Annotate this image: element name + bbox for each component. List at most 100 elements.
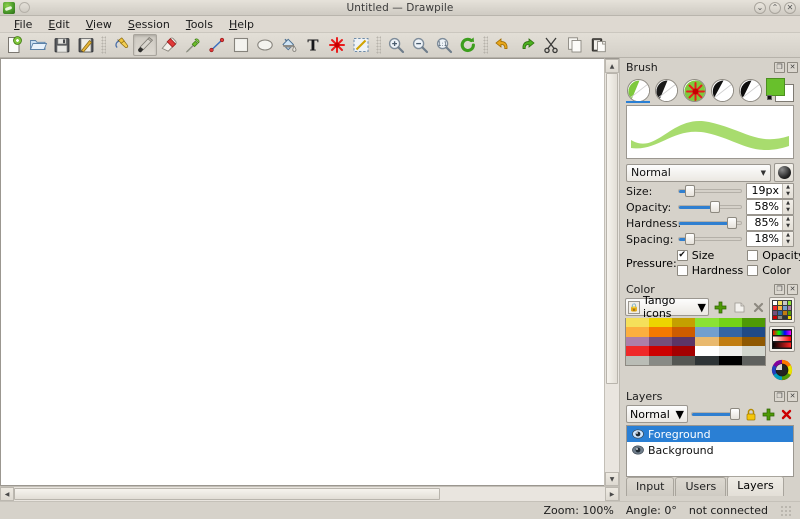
menu-edit[interactable]: Edit: [40, 17, 77, 32]
pressure-color[interactable]: Color: [747, 264, 800, 277]
palette-color-cell[interactable]: [649, 327, 672, 336]
brush-opacity-spinbox[interactable]: 58%▲▼: [746, 199, 794, 215]
layer-visibility-icon[interactable]: [631, 445, 644, 456]
eraser-tool[interactable]: [157, 34, 181, 56]
spin-arrows[interactable]: ▲▼: [782, 200, 793, 214]
tab-layers[interactable]: Layers: [727, 476, 783, 496]
spin-up-icon[interactable]: ▲: [783, 232, 793, 239]
palette-select[interactable]: 🔒 Tango icons ▼: [625, 298, 709, 316]
palette-color-cell[interactable]: [719, 337, 742, 346]
brush-hardness-spinbox[interactable]: 85%▲▼: [746, 215, 794, 231]
sliders-mode-button[interactable]: [769, 326, 795, 352]
reset-colors-icon[interactable]: [767, 95, 772, 100]
open-button[interactable]: [26, 34, 50, 56]
maximize-icon[interactable]: ⌃: [769, 2, 781, 14]
reset-rotation-button[interactable]: [456, 34, 480, 56]
minimize-icon[interactable]: ⌄: [754, 2, 766, 14]
selection-tool[interactable]: [349, 34, 373, 56]
brush-spacing-spinbox[interactable]: 18%▲▼: [746, 231, 794, 247]
checkbox-box[interactable]: [747, 250, 758, 261]
palette-color-cell[interactable]: [626, 327, 649, 336]
palette-color-cell[interactable]: [719, 327, 742, 336]
zoom-original-button[interactable]: 1:1: [432, 34, 456, 56]
brush-preset-5[interactable]: [737, 77, 763, 103]
palette-color-cell[interactable]: [649, 337, 672, 346]
save-button[interactable]: [50, 34, 74, 56]
brush-preset-4[interactable]: [709, 77, 735, 103]
menu-help[interactable]: Help: [221, 17, 262, 32]
color-swatch-pair[interactable]: [765, 77, 795, 103]
spin-down-icon[interactable]: ▼: [783, 223, 793, 230]
spin-down-icon[interactable]: ▼: [783, 191, 793, 198]
palette-color-cell[interactable]: [672, 318, 695, 327]
close-icon[interactable]: ✕: [784, 2, 796, 14]
palette-color-cell[interactable]: [626, 337, 649, 346]
ellipse-tool[interactable]: [253, 34, 277, 56]
hscroll-track[interactable]: [14, 487, 605, 501]
scroll-left-icon[interactable]: ◀: [0, 487, 14, 501]
brush-blend-mode-select[interactable]: Normal ▼: [626, 164, 771, 182]
brush-panel-close-icon[interactable]: ✕: [787, 62, 798, 73]
layers-panel-float-icon[interactable]: ❐: [774, 391, 785, 402]
canvas-horizontal-scrollbar[interactable]: ◀ ▶: [0, 486, 619, 501]
cut-button[interactable]: [539, 34, 563, 56]
color-picker-tool[interactable]: [181, 34, 205, 56]
palette-color-cell[interactable]: [695, 346, 718, 355]
spin-arrows[interactable]: ▲▼: [782, 232, 793, 246]
color-palette-grid[interactable]: [625, 318, 766, 366]
layer-background[interactable]: Background: [627, 442, 793, 458]
delete-palette-button[interactable]: [750, 299, 766, 316]
annotation-tool[interactable]: [325, 34, 349, 56]
layer-lock-button[interactable]: [743, 406, 758, 423]
scroll-up-icon[interactable]: ▲: [605, 59, 619, 73]
palette-color-cell[interactable]: [672, 327, 695, 336]
palette-color-cell[interactable]: [672, 337, 695, 346]
brush-panel-float-icon[interactable]: ❐: [774, 62, 785, 73]
layer-opacity-handle[interactable]: [730, 408, 740, 420]
color-panel-close-icon[interactable]: ✕: [787, 284, 798, 295]
delete-layer-button[interactable]: [779, 406, 794, 423]
palette-color-cell[interactable]: [742, 346, 765, 355]
palette-color-cell[interactable]: [649, 346, 672, 355]
color-panel-float-icon[interactable]: ❐: [774, 284, 785, 295]
brush-preset-3[interactable]: [681, 77, 707, 103]
vscroll-thumb[interactable]: [606, 73, 618, 384]
palette-color-cell[interactable]: [695, 337, 718, 346]
resize-grip-icon[interactable]: [780, 505, 792, 517]
palette-color-cell[interactable]: [719, 346, 742, 355]
new-button[interactable]: [2, 34, 26, 56]
tab-users[interactable]: Users: [675, 477, 726, 496]
window-menu-icon[interactable]: [19, 2, 30, 13]
hscroll-thumb[interactable]: [14, 488, 440, 500]
pencil-tool[interactable]: [109, 34, 133, 56]
slider-handle[interactable]: [685, 233, 695, 245]
layers-panel-close-icon[interactable]: ✕: [787, 391, 798, 402]
palette-color-cell[interactable]: [742, 327, 765, 336]
palette-color-cell[interactable]: [719, 318, 742, 327]
menu-view[interactable]: View: [78, 17, 120, 32]
fill-tool[interactable]: [277, 34, 301, 56]
brush-size-slider[interactable]: [678, 183, 742, 199]
paste-button[interactable]: [587, 34, 611, 56]
menu-tools[interactable]: Tools: [178, 17, 221, 32]
palette-color-cell[interactable]: [672, 356, 695, 365]
slider-handle[interactable]: [727, 217, 737, 229]
brush-spacing-slider[interactable]: [678, 231, 742, 247]
palette-color-cell[interactable]: [649, 318, 672, 327]
palette-color-cell[interactable]: [695, 356, 718, 365]
menu-session[interactable]: Session: [120, 17, 178, 32]
brush-opacity-slider[interactable]: [678, 199, 742, 215]
checkbox-box[interactable]: [747, 265, 758, 276]
pressure-hardness[interactable]: Hardness: [677, 264, 744, 277]
palette-color-cell[interactable]: [672, 346, 695, 355]
palette-color-cell[interactable]: [695, 318, 718, 327]
slider-handle[interactable]: [710, 201, 720, 213]
zoom-in-button[interactable]: [384, 34, 408, 56]
palette-color-cell[interactable]: [626, 346, 649, 355]
add-layer-button[interactable]: [761, 406, 776, 423]
layer-list[interactable]: ForegroundBackground: [626, 425, 794, 477]
palette-color-cell[interactable]: [742, 337, 765, 346]
scroll-down-icon[interactable]: ▼: [605, 472, 619, 486]
vscroll-track[interactable]: [605, 73, 619, 472]
checkbox-box[interactable]: ✔: [677, 250, 688, 261]
